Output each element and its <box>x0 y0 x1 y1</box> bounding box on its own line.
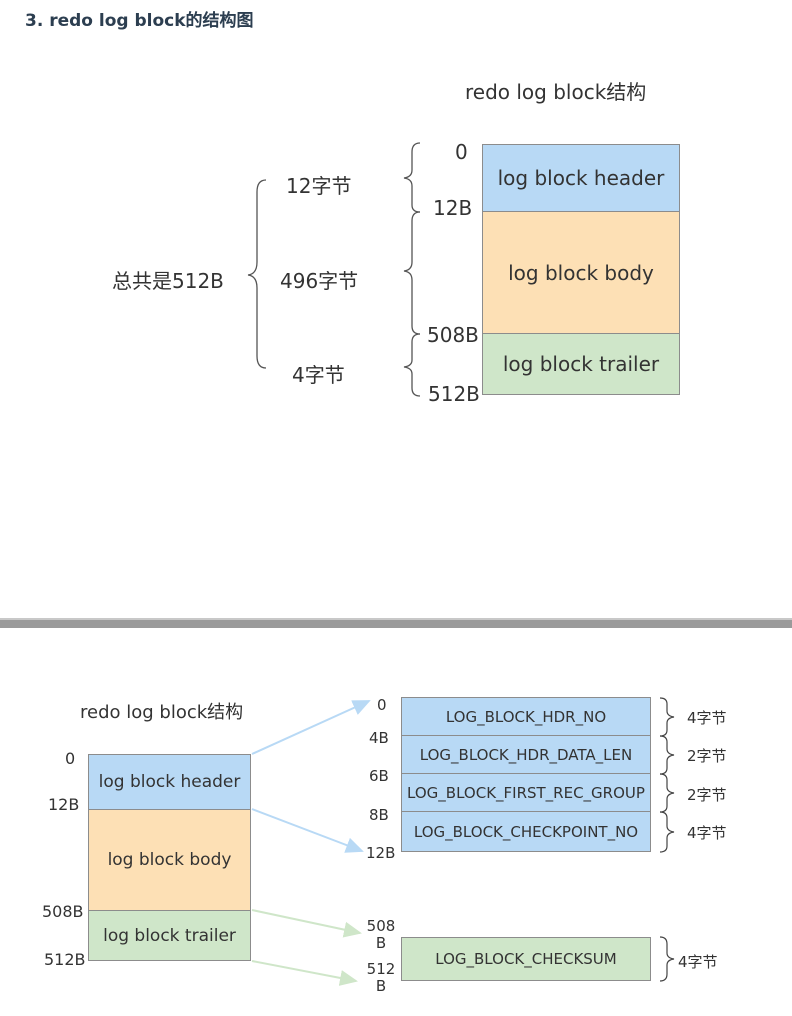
arrow-header-top <box>251 700 371 755</box>
arrow-trailer-bottom <box>251 960 358 986</box>
brace-field-checkpoint-no <box>659 811 675 853</box>
brace-field-checksum <box>659 936 675 982</box>
brace-top-trailer <box>403 333 421 397</box>
brace-top-total <box>247 179 267 369</box>
brace-field-hdr-no <box>659 697 675 737</box>
brace-top-header <box>403 142 421 213</box>
brace-field-hdr-data-len <box>659 735 675 775</box>
arrow-header-bottom <box>251 808 364 853</box>
brace-field-first-rec-group <box>659 773 675 813</box>
brace-top-body <box>403 211 421 335</box>
diagram-lines <box>247 142 675 986</box>
arrow-trailer-top <box>251 909 362 938</box>
